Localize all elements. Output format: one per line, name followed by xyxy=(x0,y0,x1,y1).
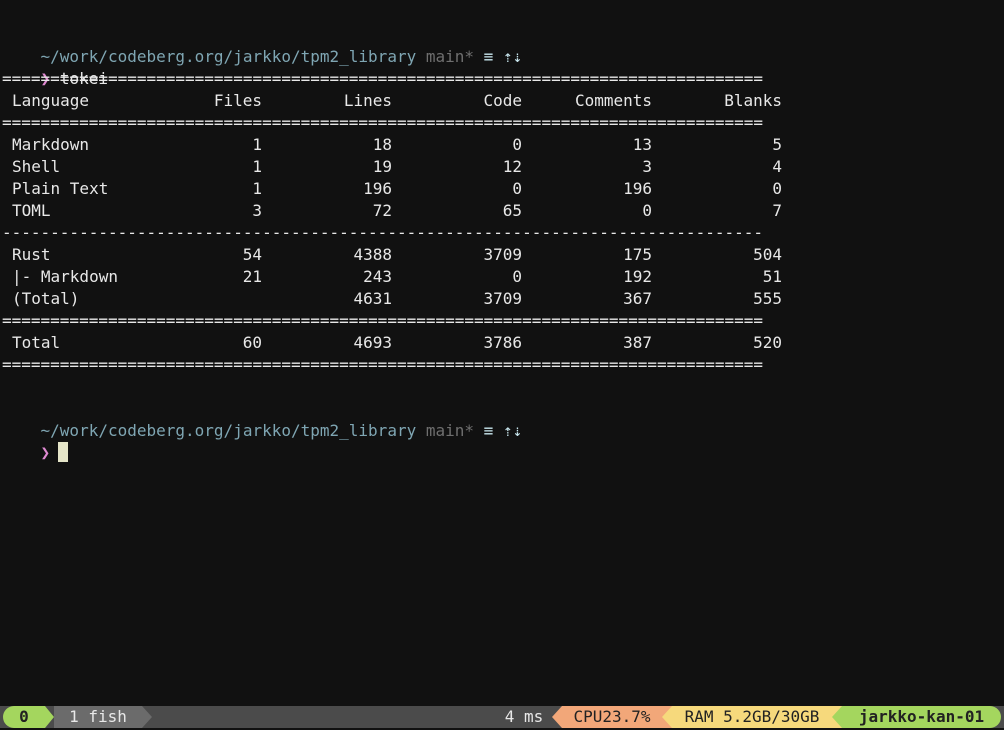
row-blanks-cell: 51 xyxy=(762,267,782,286)
command-line-1: ❯ tokei xyxy=(2,46,108,88)
row-language-cell: Rust xyxy=(12,245,51,264)
row-code-cell: 3709 xyxy=(483,289,522,308)
table-row: Rust 54 4388 3709 175 504 xyxy=(2,244,792,266)
row-comments-cell: 367 xyxy=(623,289,652,308)
row-files-cell: 21 xyxy=(242,267,262,286)
row-code-cell: 0 xyxy=(512,135,522,154)
row-blanks-cell: 0 xyxy=(772,179,782,198)
row-lines-cell: 4388 xyxy=(353,245,392,264)
prompt-chevron-icon: ❯ xyxy=(40,443,51,462)
table-row: TOML 3 72 65 0 7 xyxy=(2,200,792,222)
row-code-cell: 0 xyxy=(512,179,522,198)
row-lines-cell: 243 xyxy=(363,267,392,286)
git-status: ≡ ⇡⇣ xyxy=(483,421,523,440)
row-code-cell: 3709 xyxy=(483,245,522,264)
prompt-line-1: ~/work/codeberg.org/jarkko/tpm2_library … xyxy=(2,24,523,66)
row-lines-cell: 18 xyxy=(372,135,392,154)
table-row: Markdown 1 18 0 13 5 xyxy=(2,134,792,156)
row-blanks-cell: 555 xyxy=(753,289,782,308)
row-comments-cell: 196 xyxy=(623,179,652,198)
total-lines-cell: 4693 xyxy=(353,333,392,352)
table-rule-before-total: ========================================… xyxy=(2,311,763,330)
total-files-cell: 60 xyxy=(242,333,262,352)
text-cursor xyxy=(58,442,69,462)
total-code-cell: 3786 xyxy=(483,333,522,352)
row-lines-cell: 19 xyxy=(372,157,392,176)
git-branch: main* xyxy=(425,421,475,440)
window-tab[interactable]: 1 fish xyxy=(54,706,142,728)
row-lines-cell: 196 xyxy=(363,179,392,198)
total-language-cell: Total xyxy=(12,333,61,352)
row-language-cell: Plain Text xyxy=(12,179,109,198)
header-files-cell: Files xyxy=(213,91,262,110)
powerline-arrow-icon xyxy=(45,706,54,728)
table-row: Shell 1 19 12 3 4 xyxy=(2,156,792,178)
powerline-arrow-icon xyxy=(142,706,152,728)
table-rule-top: ========================================… xyxy=(2,69,763,88)
row-files-cell: 1 xyxy=(252,135,262,154)
row-language-cell: |- Markdown xyxy=(12,267,118,286)
table-header-row: Language Files Lines Code Comments Blanks xyxy=(2,90,792,112)
table-total-row: Total 60 4693 3786 387 520 xyxy=(2,332,792,354)
header-comments-cell: Comments xyxy=(574,91,652,110)
row-comments-cell: 192 xyxy=(623,267,652,286)
row-blanks-cell: 4 xyxy=(772,157,782,176)
git-status: ≡ ⇡⇣ xyxy=(483,47,523,66)
header-blanks-cell: Blanks xyxy=(724,91,782,110)
header-code-cell: Code xyxy=(483,91,522,110)
session-indicator[interactable]: 0 xyxy=(3,706,45,728)
table-row: |- Markdown 21 243 0 192 51 xyxy=(2,266,792,288)
table-row: Plain Text 1 196 0 196 0 xyxy=(2,178,792,200)
total-blanks-cell: 520 xyxy=(753,333,782,352)
terminal-window[interactable]: ~/work/codeberg.org/jarkko/tpm2_library … xyxy=(2,24,1002,704)
row-lines-cell: 4631 xyxy=(353,289,392,308)
row-blanks-cell: 504 xyxy=(753,245,782,264)
prompt-line-2: ~/work/codeberg.org/jarkko/tpm2_library … xyxy=(2,398,523,440)
row-comments-cell: 13 xyxy=(632,135,652,154)
row-language-cell: Shell xyxy=(12,157,61,176)
row-files-cell: 1 xyxy=(252,179,262,198)
row-blanks-cell: 5 xyxy=(772,135,782,154)
git-branch: main* xyxy=(425,47,475,66)
header-lines-cell: Lines xyxy=(343,91,392,110)
table-rule-header: ========================================… xyxy=(2,113,763,132)
total-comments-cell: 387 xyxy=(623,333,652,352)
header-language-cell: Language xyxy=(12,91,90,110)
cwd-path: ~/work/codeberg.org/jarkko/tpm2_library xyxy=(40,421,417,440)
ram-usage: RAM 5.2GB/30GB xyxy=(672,706,832,728)
row-comments-cell: 175 xyxy=(623,245,652,264)
row-files-cell: 54 xyxy=(242,245,262,264)
tmux-status-bar: 0 1 fish 4 ms CPU23.7% RAM 5.2GB/30GB ja… xyxy=(0,706,1004,728)
powerline-arrow-icon xyxy=(552,706,562,728)
hostname: jarkko-kan-01 xyxy=(842,706,1001,728)
row-lines-cell: 72 xyxy=(372,201,392,220)
row-blanks-cell: 7 xyxy=(772,201,782,220)
row-code-cell: 65 xyxy=(502,201,522,220)
row-language-cell: TOML xyxy=(12,201,51,220)
row-comments-cell: 3 xyxy=(642,157,652,176)
row-files-cell: 1 xyxy=(252,157,262,176)
row-code-cell: 12 xyxy=(502,157,522,176)
row-language-cell: (Total) xyxy=(12,289,80,308)
table-rule-separator: ----------------------------------------… xyxy=(2,223,763,242)
row-language-cell: Markdown xyxy=(12,135,90,154)
cpu-usage: CPU23.7% xyxy=(562,706,662,728)
powerline-arrow-icon xyxy=(662,706,672,728)
table-rule-bottom: ========================================… xyxy=(2,355,763,374)
row-files-cell: 3 xyxy=(252,201,262,220)
command-duration: 4 ms xyxy=(504,707,544,726)
powerline-arrow-icon xyxy=(832,706,842,728)
row-code-cell: 0 xyxy=(512,267,522,286)
command-line-2[interactable]: ❯ xyxy=(2,420,69,462)
row-comments-cell: 0 xyxy=(642,201,652,220)
table-row: (Total) 4631 3709 367 555 xyxy=(2,288,792,310)
